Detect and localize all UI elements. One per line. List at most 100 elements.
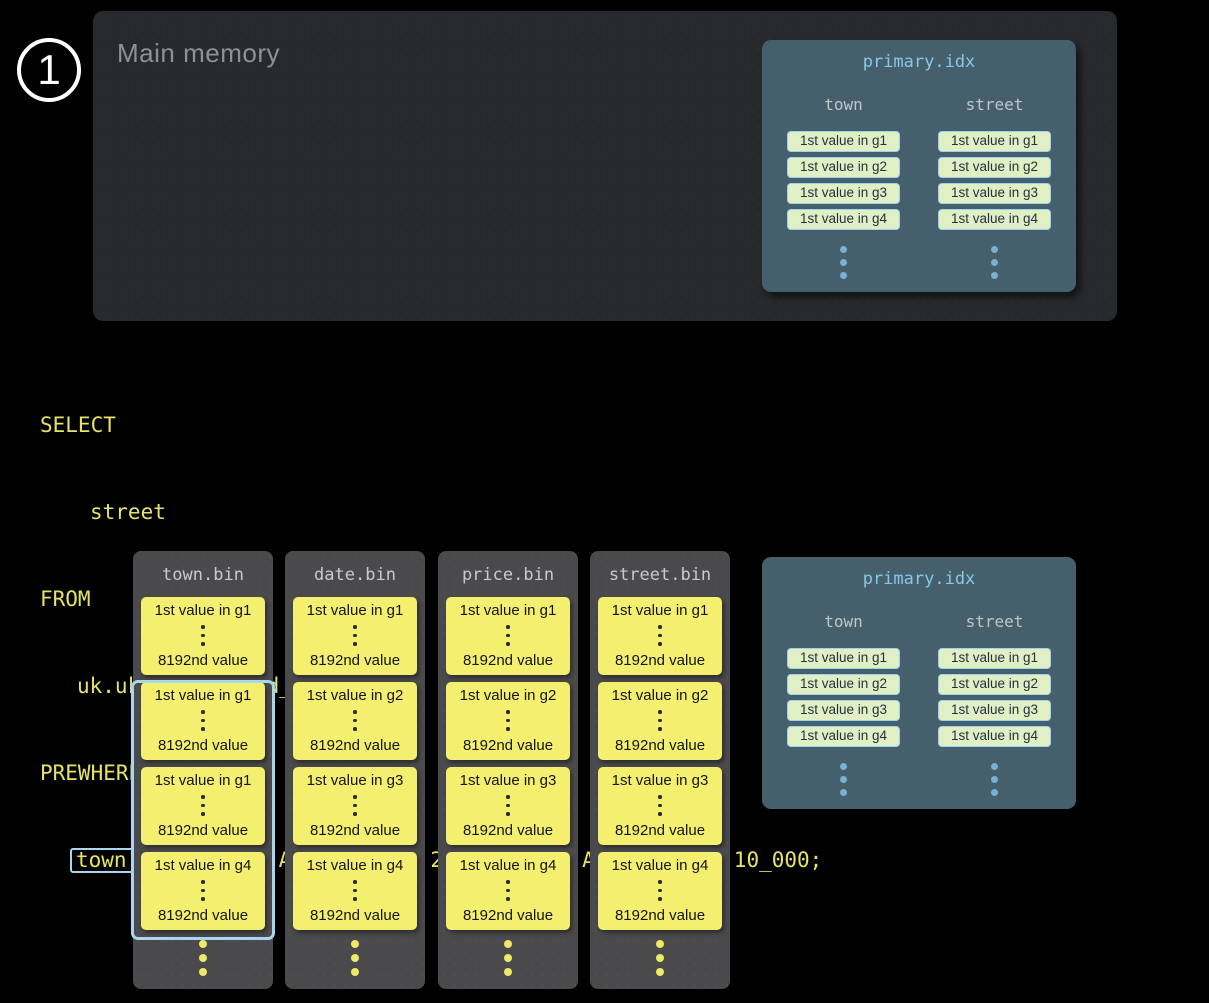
bin-column-street: street.bin 1st value in g1 8192nd value … <box>590 551 730 989</box>
granule-block: 1st value in g4 8192nd value <box>598 852 722 930</box>
granule-first-value: 1st value in g3 <box>307 772 404 789</box>
granule-block: 1st value in g2 8192nd value <box>446 682 570 760</box>
index-entry: 1st value in g4 <box>787 726 900 747</box>
diagram-stage: 1 Main memory primary.idx town 1st value… <box>0 0 1209 1003</box>
index-entry: 1st value in g3 <box>938 700 1051 721</box>
ellipsis-dots <box>133 940 273 976</box>
granule-block: 1st value in g1 8192nd value <box>141 767 265 845</box>
granule-first-value: 1st value in g1 <box>155 772 252 789</box>
granule-list: 1st value in g1 8192nd value 1st value i… <box>438 597 578 930</box>
ellipsis-dots <box>658 795 662 816</box>
index-column-street: street 1st value in g1 1st value in g2 1… <box>938 95 1051 279</box>
granule-block: 1st value in g2 8192nd value <box>598 682 722 760</box>
granule-last-value: 8192nd value <box>615 652 705 669</box>
step-1-badge: 1 <box>17 38 81 102</box>
index-column-street: street 1st value in g1 1st value in g2 1… <box>938 612 1051 796</box>
granule-first-value: 1st value in g4 <box>460 857 557 874</box>
ellipsis-dots <box>590 940 730 976</box>
granule-first-value: 1st value in g2 <box>460 687 557 704</box>
granule-last-value: 8192nd value <box>310 907 400 924</box>
granule-list: 1st value in g1 8192nd value 1st value i… <box>285 597 425 930</box>
granule-block: 1st value in g3 8192nd value <box>598 767 722 845</box>
index-column-header: street <box>966 95 1024 114</box>
index-entry: 1st value in g2 <box>787 157 900 178</box>
granule-first-value: 1st value in g4 <box>612 857 709 874</box>
index-entry: 1st value in g2 <box>787 674 900 695</box>
ellipsis-dots <box>353 710 357 731</box>
index-entry: 1st value in g3 <box>787 183 900 204</box>
granule-last-value: 8192nd value <box>158 907 248 924</box>
index-entry: 1st value in g3 <box>787 700 900 721</box>
granule-block: 1st value in g4 8192nd value <box>293 852 417 930</box>
ellipsis-dots <box>658 880 662 901</box>
granule-last-value: 8192nd value <box>463 737 553 754</box>
ellipsis-dots <box>991 763 998 796</box>
granule-first-value: 1st value in g1 <box>307 602 404 619</box>
primary-idx-title: primary.idx <box>762 52 1076 72</box>
ellipsis-dots <box>201 795 205 816</box>
granule-first-value: 1st value in g3 <box>612 772 709 789</box>
granule-last-value: 8192nd value <box>615 822 705 839</box>
index-column-town: town 1st value in g1 1st value in g2 1st… <box>787 95 900 279</box>
granule-last-value: 8192nd value <box>615 907 705 924</box>
bin-column-title: price.bin <box>438 565 578 585</box>
granule-last-value: 8192nd value <box>310 652 400 669</box>
granule-block: 1st value in g1 8192nd value <box>141 682 265 760</box>
index-entry: 1st value in g4 <box>938 209 1051 230</box>
granule-first-value: 1st value in g1 <box>460 602 557 619</box>
granule-first-value: 1st value in g1 <box>155 687 252 704</box>
bin-column-date: date.bin 1st value in g1 8192nd value 1s… <box>285 551 425 989</box>
index-entry: 1st value in g4 <box>938 726 1051 747</box>
granule-first-value: 1st value in g1 <box>612 602 709 619</box>
index-entry: 1st value in g2 <box>938 157 1051 178</box>
granule-block: 1st value in g1 8192nd value <box>598 597 722 675</box>
index-column-header: street <box>966 612 1024 631</box>
bin-column-town: town.bin 1st value in g1 8192nd value 1s… <box>133 551 273 989</box>
index-entry: 1st value in g1 <box>787 648 900 669</box>
granule-block: 1st value in g3 8192nd value <box>293 767 417 845</box>
bin-column-price: price.bin 1st value in g1 8192nd value 1… <box>438 551 578 989</box>
granule-last-value: 8192nd value <box>158 652 248 669</box>
granule-last-value: 8192nd value <box>158 822 248 839</box>
ellipsis-dots <box>438 940 578 976</box>
primary-idx-columns: town 1st value in g1 1st value in g2 1st… <box>762 95 1076 279</box>
granule-block: 1st value in g1 8192nd value <box>293 597 417 675</box>
index-entry: 1st value in g4 <box>787 209 900 230</box>
index-entry: 1st value in g1 <box>787 131 900 152</box>
granule-first-value: 1st value in g1 <box>155 602 252 619</box>
bin-column-title: date.bin <box>285 565 425 585</box>
granule-block: 1st value in g1 8192nd value <box>446 597 570 675</box>
index-entry: 1st value in g1 <box>938 131 1051 152</box>
granule-first-value: 1st value in g3 <box>460 772 557 789</box>
ellipsis-dots <box>201 625 205 646</box>
ellipsis-dots <box>658 710 662 731</box>
ellipsis-dots <box>658 625 662 646</box>
ellipsis-dots <box>506 710 510 731</box>
primary-idx-title: primary.idx <box>762 569 1076 589</box>
ellipsis-dots <box>353 795 357 816</box>
granule-last-value: 8192nd value <box>310 822 400 839</box>
ellipsis-dots <box>201 880 205 901</box>
granule-last-value: 8192nd value <box>463 822 553 839</box>
ellipsis-dots <box>840 763 847 796</box>
bin-column-title: street.bin <box>590 565 730 585</box>
index-column-town: town 1st value in g1 1st value in g2 1st… <box>787 612 900 796</box>
granule-list: 1st value in g1 8192nd value 1st value i… <box>590 597 730 930</box>
bin-column-title: town.bin <box>133 565 273 585</box>
granule-last-value: 8192nd value <box>310 737 400 754</box>
ellipsis-dots <box>840 246 847 279</box>
granule-last-value: 8192nd value <box>463 907 553 924</box>
index-entry: 1st value in g1 <box>938 648 1051 669</box>
granule-block: 1st value in g2 8192nd value <box>293 682 417 760</box>
index-column-header: town <box>824 95 863 114</box>
primary-idx-panel-disk: primary.idx town 1st value in g1 1st val… <box>762 557 1076 809</box>
ellipsis-dots <box>353 880 357 901</box>
ellipsis-dots <box>506 795 510 816</box>
primary-idx-columns: town 1st value in g1 1st value in g2 1st… <box>762 612 1076 796</box>
index-entry: 1st value in g2 <box>938 674 1051 695</box>
index-column-header: town <box>824 612 863 631</box>
granule-last-value: 8192nd value <box>463 652 553 669</box>
ellipsis-dots <box>506 625 510 646</box>
granule-block: 1st value in g4 8192nd value <box>446 852 570 930</box>
granule-first-value: 1st value in g4 <box>155 857 252 874</box>
